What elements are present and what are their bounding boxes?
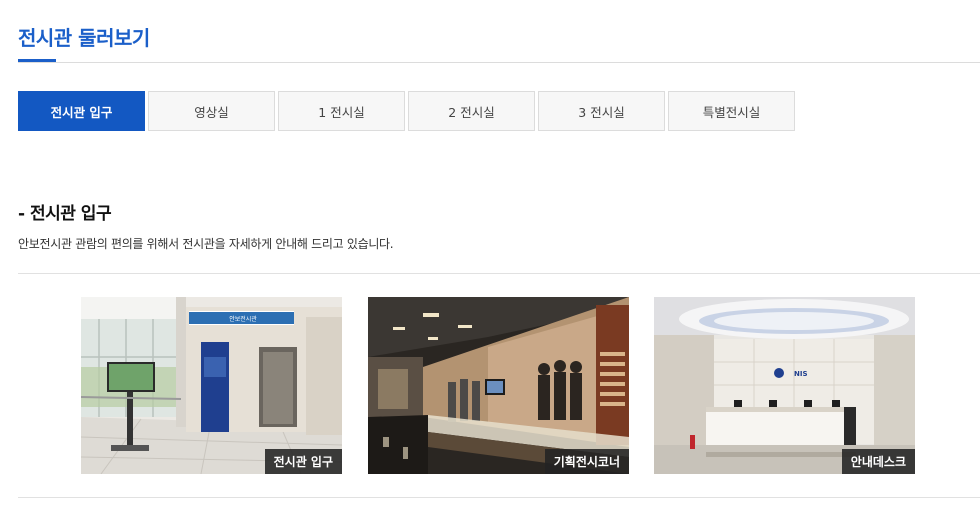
section-divider bbox=[18, 273, 980, 274]
gallery-card-entrance[interactable]: 안보전시관 전시관 입구 bbox=[81, 297, 342, 474]
gallery-card-info-desk[interactable]: NIS 안내데스크 bbox=[654, 297, 915, 474]
tab-bar: 전시관 입구 영상실 1 전시실 2 전시실 3 전시실 특별전시실 bbox=[18, 91, 795, 131]
entrance-photo: 안보전시관 bbox=[81, 297, 342, 474]
section-heading: - 전시관 입구 bbox=[18, 204, 112, 224]
gallery-bottom-divider bbox=[18, 497, 980, 498]
gallery-card-exhibition-corner[interactable]: 기획전시코너 bbox=[368, 297, 629, 474]
page: 전시관 둘러보기 전시관 입구 영상실 1 전시실 2 전시실 3 전시실 특별… bbox=[0, 0, 980, 512]
tab-hall-2[interactable]: 2 전시실 bbox=[408, 91, 535, 131]
tab-video-room[interactable]: 영상실 bbox=[148, 91, 275, 131]
tab-hall-3[interactable]: 3 전시실 bbox=[538, 91, 665, 131]
tab-entrance[interactable]: 전시관 입구 bbox=[18, 91, 145, 131]
exhibition-corner-photo bbox=[368, 297, 629, 474]
info-desk-photo: NIS bbox=[654, 297, 915, 474]
svg-text:안보전시관: 안보전시관 bbox=[229, 315, 257, 323]
tab-special-hall[interactable]: 특별전시실 bbox=[668, 91, 795, 131]
gallery-caption: 안내데스크 bbox=[841, 449, 915, 474]
gallery-caption: 전시관 입구 bbox=[264, 449, 342, 474]
page-title: 전시관 둘러보기 bbox=[18, 26, 150, 50]
svg-text:NIS: NIS bbox=[794, 370, 808, 378]
title-divider bbox=[18, 62, 980, 63]
tab-hall-1[interactable]: 1 전시실 bbox=[278, 91, 405, 131]
gallery-caption: 기획전시코너 bbox=[544, 449, 629, 474]
section-description: 안보전시관 관람의 편의를 위해서 전시관을 자세하게 안내해 드리고 있습니다… bbox=[18, 237, 394, 251]
